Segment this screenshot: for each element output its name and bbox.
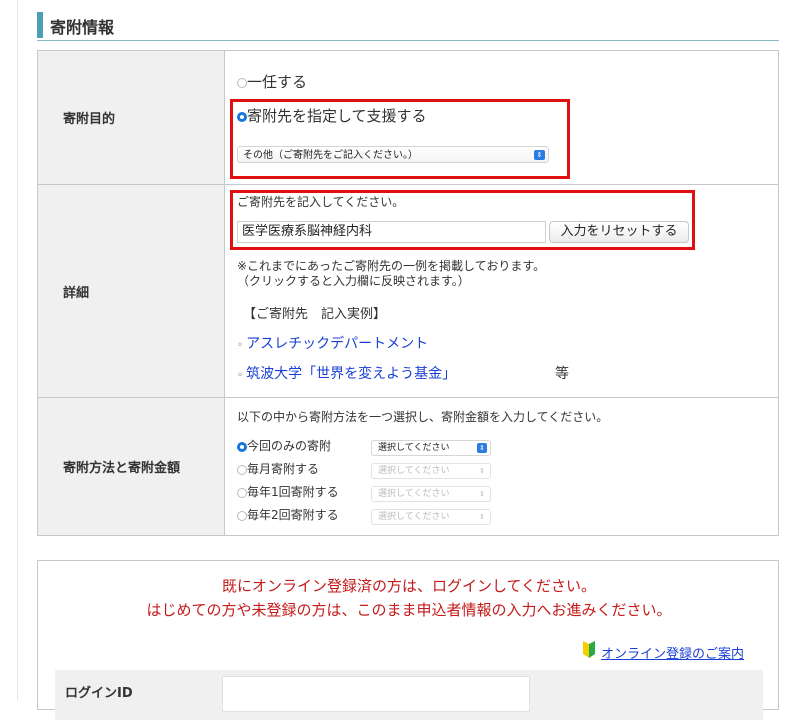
amount-select-text: 選択してください: [378, 489, 450, 499]
purpose-option-label: 寄附先を指定して支援する: [247, 107, 427, 125]
method-option-label: 毎年2回寄附する: [247, 508, 339, 522]
amount-select-text: 選択してください: [378, 512, 450, 522]
online-registration-guide-link[interactable]: オンライン登録のご案内: [601, 643, 744, 662]
details-cell: ご寄附先を記入してください。 医学医療系脳神経内科 入力をリセットする ※これま…: [224, 184, 779, 398]
recipient-select[interactable]: その他（ご寄附先をご記入ください。） ⇕: [237, 146, 549, 163]
details-note-line1: ※これまでにあったご寄附先の一例を掲載しております。: [237, 259, 546, 273]
login-id-label: ログインID: [65, 686, 133, 701]
bullet-icon: ◦: [237, 370, 247, 381]
examples-etc: 等: [555, 366, 569, 382]
reset-input-button[interactable]: 入力をリセットする: [549, 221, 689, 243]
chevron-updown-icon: ⇕: [479, 513, 485, 521]
radio-yearly[interactable]: [237, 487, 247, 498]
login-id-row: ログインID: [55, 670, 763, 720]
section-title: 寄附情報: [50, 18, 115, 37]
login-message-line2: はじめての方や未登録の方は、このまま申込者情報の入力へお進みください。: [146, 601, 672, 619]
amount-select-biannual: 選択してください ⇕: [371, 509, 491, 525]
chevron-updown-icon: ⇕: [534, 150, 545, 160]
details-row: 詳細 ご寄附先を記入してください。 医学医療系脳神経内科 入力をリセットする ※…: [37, 184, 779, 398]
details-note-line2: （クリックすると入力欄に反映されます。）: [237, 274, 470, 288]
method-label: 寄附方法と寄附金額: [37, 397, 225, 536]
details-instruction: ご寄附先を記入してください。: [237, 195, 405, 209]
method-option-yearly[interactable]: 毎年1回寄附する: [237, 483, 339, 500]
radio-once[interactable]: [237, 441, 247, 452]
purpose-cell: 一任する 寄附先を指定して支援する その他（ご寄附先をご記入ください。） ⇕: [224, 50, 779, 185]
method-option-biannual[interactable]: 毎年2回寄附する: [237, 506, 339, 523]
purpose-row: 寄附目的 一任する 寄附先を指定して支援する その他（ご寄附先をご記入ください。…: [37, 50, 779, 185]
chevron-updown-icon: ⇕: [479, 467, 485, 475]
radio-designate[interactable]: [237, 111, 247, 122]
chevron-updown-icon: ⇕: [477, 443, 487, 453]
details-note: ※これまでにあったご寄附先の一例を掲載しております。 （クリックすると入力欄に反…: [237, 259, 545, 289]
amount-select-yearly: 選択してください ⇕: [371, 486, 491, 502]
login-message-line1: 既にオンライン登録済の方は、ログインしてください。: [221, 577, 597, 595]
amount-select-monthly: 選択してください ⇕: [371, 463, 491, 479]
amount-select-text: 選択してください: [378, 443, 450, 453]
method-option-monthly[interactable]: 毎月寄附する: [237, 460, 319, 477]
radio-monthly[interactable]: [237, 464, 247, 475]
purpose-option-label: 一任する: [247, 73, 308, 91]
page-left-rule: [17, 0, 18, 700]
radio-biannual[interactable]: [237, 510, 247, 521]
examples-heading: 【ご寄附先 記入実例】: [243, 307, 387, 322]
beginner-mark-icon: [583, 641, 595, 658]
amount-select-text: 選択してください: [378, 466, 450, 476]
example-item: ◦ 筑波大学「世界を変えよう基金」: [237, 363, 456, 383]
purpose-option-designate[interactable]: 寄附先を指定して支援する: [237, 105, 427, 126]
amount-select-once[interactable]: 選択してください ⇕: [371, 440, 491, 456]
radio-entrust[interactable]: [237, 77, 247, 88]
purpose-option-entrust[interactable]: 一任する: [237, 71, 307, 92]
method-option-label: 毎年1回寄附する: [247, 485, 339, 499]
method-option-once[interactable]: 今回のみの寄附: [237, 437, 331, 454]
chevron-updown-icon: ⇕: [479, 490, 485, 498]
recipient-input[interactable]: 医学医療系脳神経内科: [237, 221, 546, 243]
method-option-label: 毎月寄附する: [247, 462, 320, 476]
bullet-icon: ◦: [237, 340, 247, 351]
login-id-input[interactable]: [222, 676, 530, 712]
method-instruction: 以下の中から寄附方法を一つ選択し、寄附金額を入力してください。: [237, 410, 609, 424]
details-label: 詳細: [37, 184, 225, 398]
method-cell: 以下の中から寄附方法を一つ選択し、寄附金額を入力してください。 今回のみの寄附 …: [224, 397, 779, 536]
recipient-select-value: その他（ご寄附先をご記入ください。）: [243, 150, 418, 161]
method-row: 寄附方法と寄附金額 以下の中から寄附方法を一つ選択し、寄附金額を入力してください…: [37, 397, 779, 536]
login-box: 既にオンライン登録済の方は、ログインしてください。 はじめての方や未登録の方は、…: [37, 560, 779, 720]
example-item: ◦ アスレチックデパートメント: [237, 333, 428, 353]
donation-form-table: 寄附目的 一任する 寄附先を指定して支援する その他（ご寄附先をご記入ください。…: [37, 50, 779, 536]
example-link-fund[interactable]: 筑波大学「世界を変えよう基金」: [246, 366, 456, 382]
section-accent-bar: [37, 12, 43, 38]
method-option-label: 今回のみの寄附: [247, 439, 332, 453]
section-header: 寄附情報: [37, 6, 779, 41]
purpose-label: 寄附目的: [37, 50, 225, 185]
example-link-athletic[interactable]: アスレチックデパートメント: [246, 336, 428, 352]
